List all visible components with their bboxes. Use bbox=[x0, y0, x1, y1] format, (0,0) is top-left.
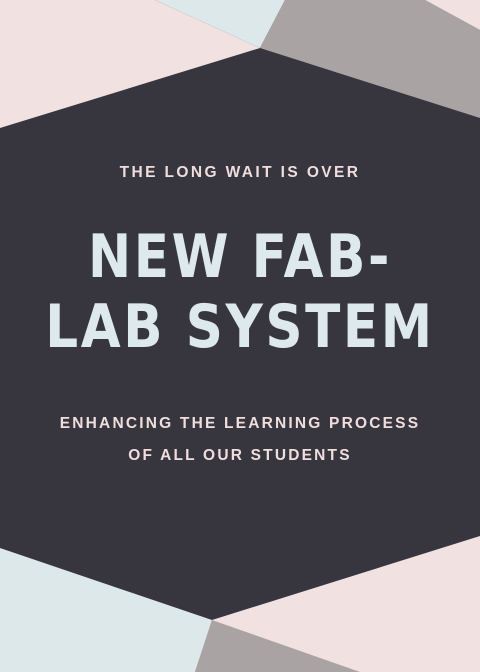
headline-line-2: LAB SYSTEM bbox=[45, 292, 435, 362]
subline: ENHANCING THE LEARNING PROCESS OF ALL OU… bbox=[0, 408, 480, 472]
subline-line-1: ENHANCING THE LEARNING PROCESS bbox=[59, 415, 421, 432]
subline-line-2: OF ALL OUR STUDENTS bbox=[128, 447, 352, 464]
kicker-text: THE LONG WAIT IS OVER bbox=[119, 164, 361, 181]
headline-line-1: NEW FAB- bbox=[88, 222, 392, 292]
bottom-left-ice-shape bbox=[0, 548, 212, 672]
top-right-taupe-shape bbox=[260, 0, 480, 118]
headline: NEW FAB- LAB SYSTEM bbox=[0, 222, 480, 362]
